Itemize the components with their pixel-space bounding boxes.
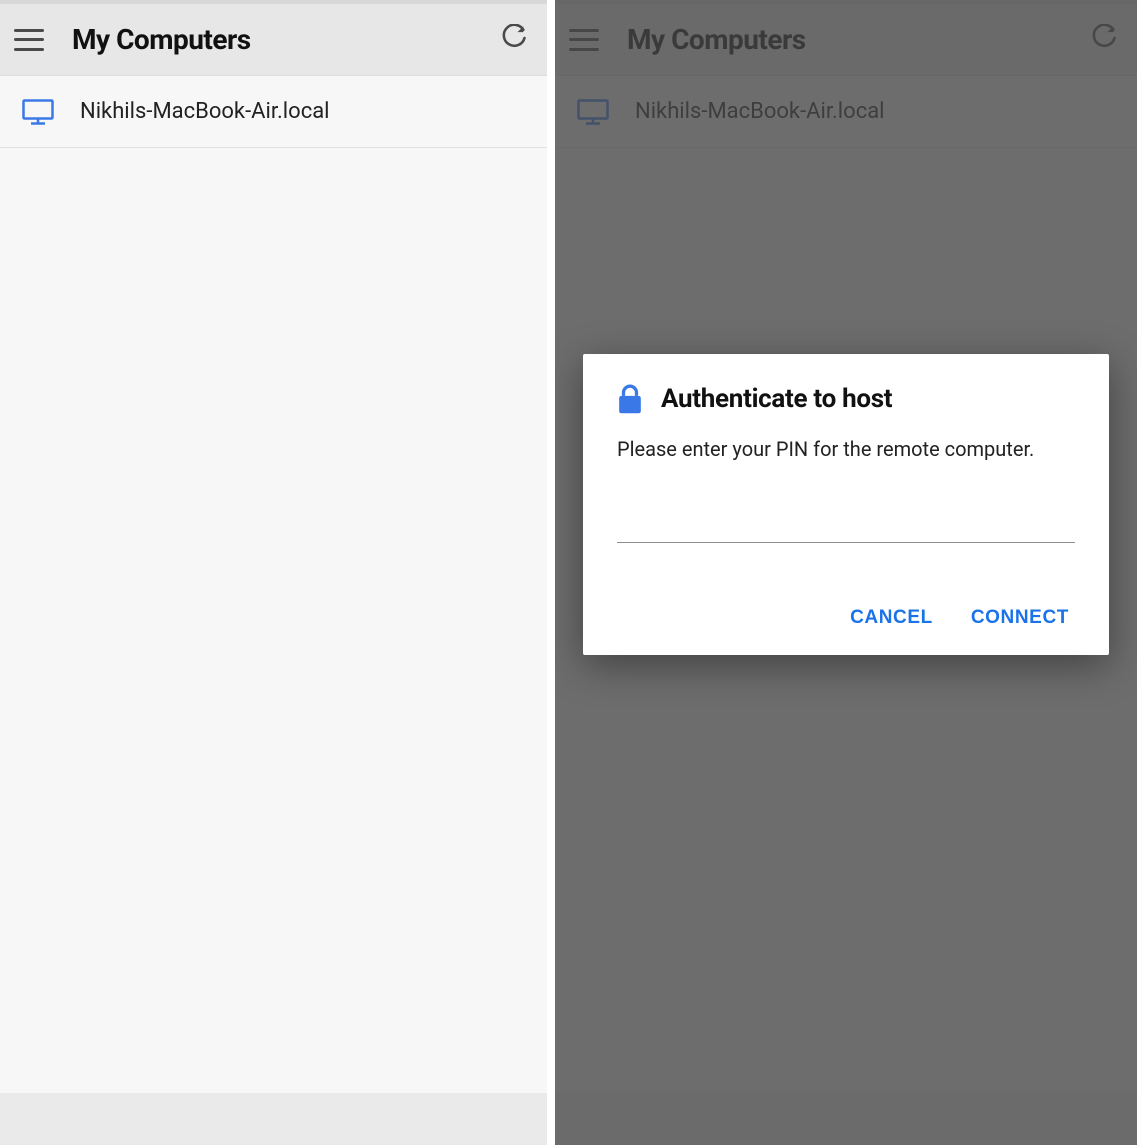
connect-button[interactable]: CONNECT: [969, 603, 1071, 633]
pin-input[interactable]: [617, 507, 1075, 543]
screen-computers-list: My Computers Nikhils-MacBook-Air.local: [0, 0, 555, 1145]
modal-overlay[interactable]: Authenticate to host Please enter your P…: [555, 0, 1137, 1145]
dialog-header: Authenticate to host: [617, 384, 1075, 414]
host-name: Nikhils-MacBook-Air.local: [80, 99, 330, 124]
bottom-nav-bar: [0, 1093, 547, 1145]
app-header: My Computers: [0, 0, 547, 76]
dialog-actions: CANCEL CONNECT: [617, 603, 1075, 633]
refresh-icon: [500, 24, 528, 56]
cancel-button[interactable]: CANCEL: [848, 603, 935, 633]
host-item[interactable]: Nikhils-MacBook-Air.local: [0, 76, 547, 148]
screen-authenticate-dialog: My Computers Nikhils-MacBook-Air.local: [555, 0, 1137, 1145]
refresh-button[interactable]: [499, 25, 529, 55]
page-title: My Computers: [72, 23, 499, 56]
menu-icon[interactable]: [14, 29, 44, 51]
monitor-icon: [22, 99, 54, 125]
authenticate-dialog: Authenticate to host Please enter your P…: [583, 354, 1109, 655]
dialog-description: Please enter your PIN for the remote com…: [617, 436, 1075, 463]
dialog-title: Authenticate to host: [661, 384, 892, 414]
lock-icon: [617, 384, 643, 414]
